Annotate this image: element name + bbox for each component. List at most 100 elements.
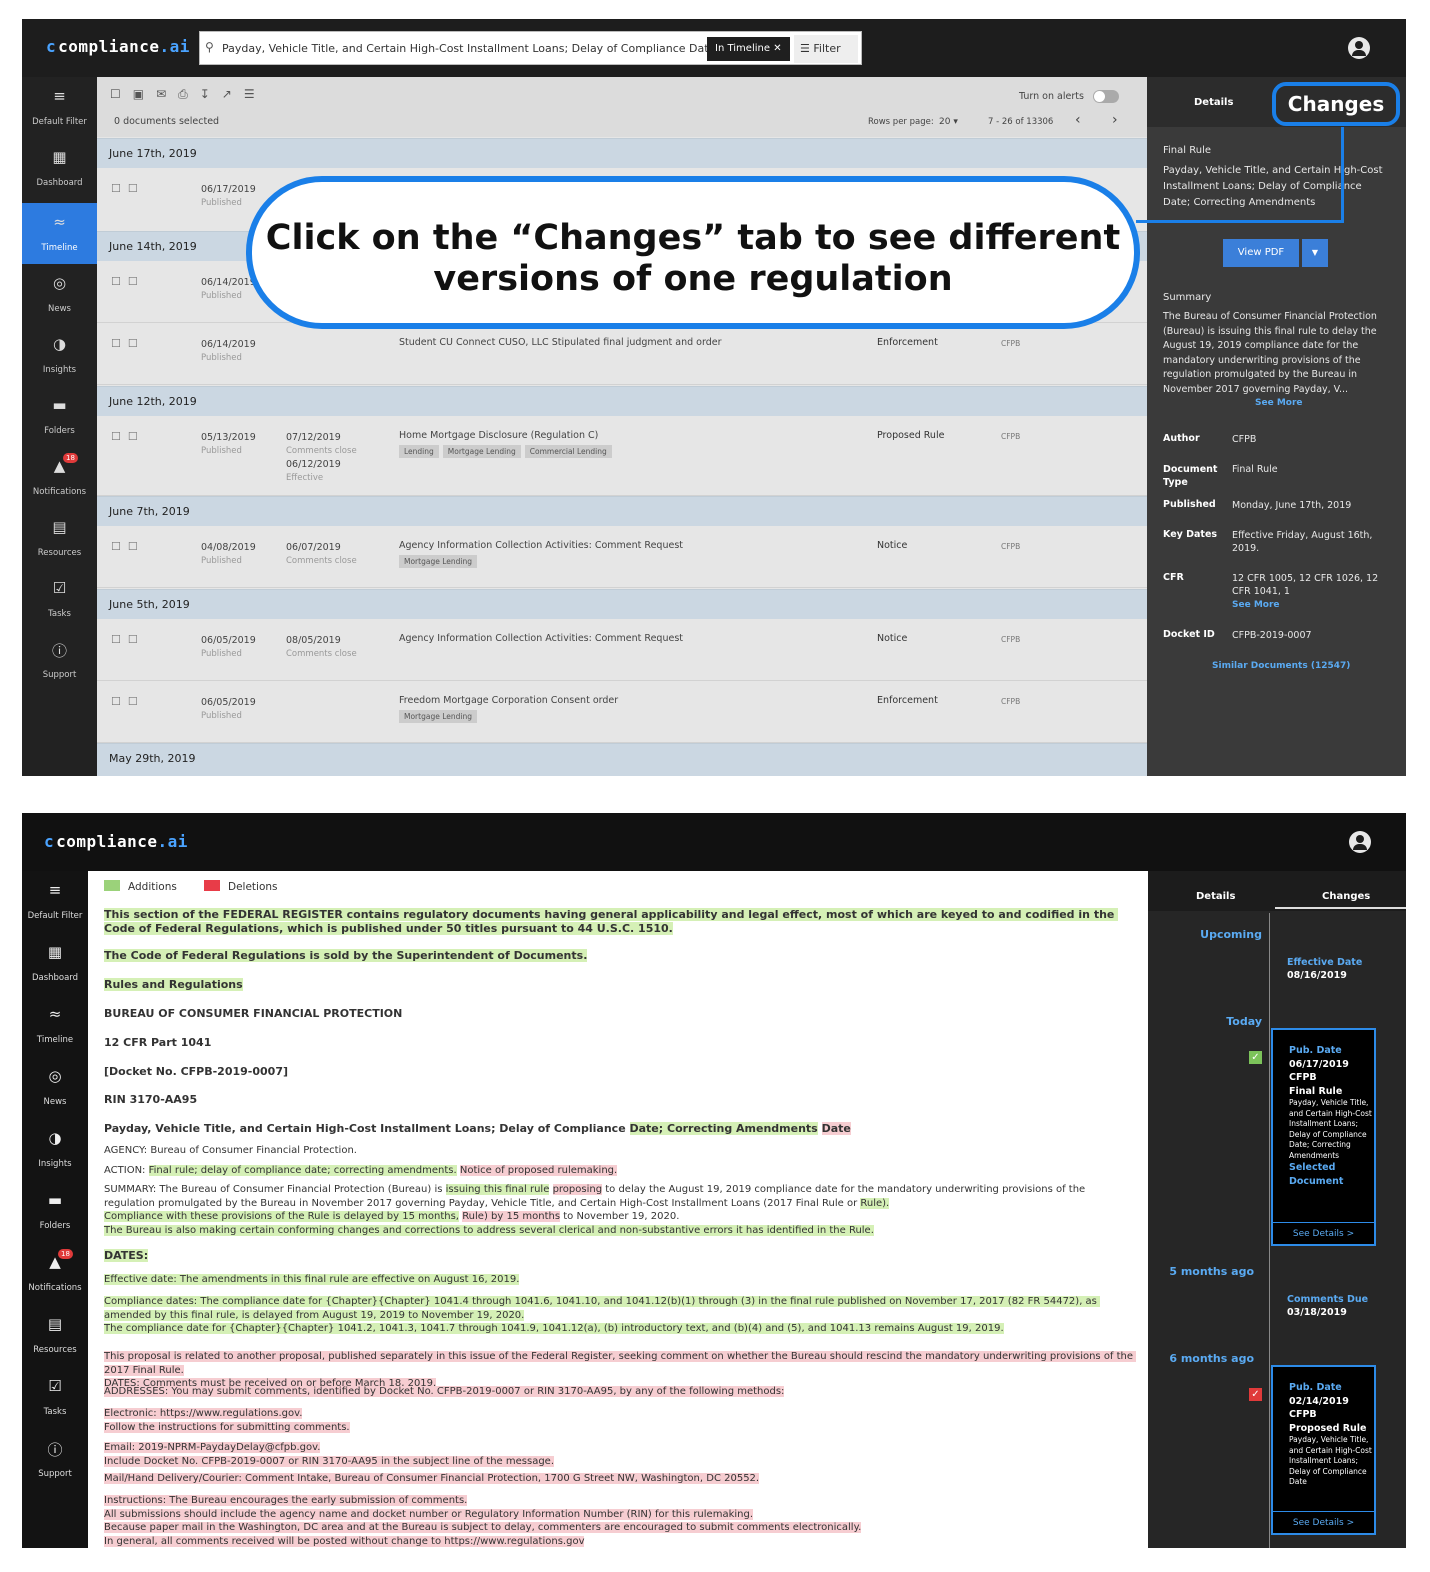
published-label: Published: [201, 649, 242, 659]
field-value: Monday, June 17th, 2019: [1232, 500, 1352, 511]
checkbox-icon[interactable]: ✓: [1249, 1388, 1262, 1401]
sidebar-item-folders[interactable]: ▬ Folders: [22, 386, 97, 447]
sidebar-item-support[interactable]: ⓘ Support: [22, 1429, 88, 1490]
alerts-toggle[interactable]: [1093, 90, 1119, 103]
sidebar-item-notifications[interactable]: ▲ 18 Notifications: [22, 1243, 88, 1304]
see-details-link[interactable]: See Details >: [1273, 1511, 1374, 1533]
tab-details[interactable]: Details: [1196, 891, 1235, 902]
sidebar-item-resources[interactable]: ▤ Resources: [22, 1305, 88, 1366]
in-timeline-chip[interactable]: In Timeline ✕: [707, 37, 790, 61]
sidebar-item-notifications[interactable]: ▲ 18 Notifications: [22, 447, 97, 508]
row-actions[interactable]: ☐☐: [111, 540, 145, 553]
filter-button[interactable]: ☰ Filter: [794, 35, 858, 63]
topic-tag[interactable]: Mortgage Lending: [399, 555, 477, 568]
cfr-see-more-link[interactable]: See More: [1232, 599, 1382, 612]
sidebar-label: Insights: [38, 1159, 72, 1169]
sidebar-item-tasks[interactable]: ☑ Tasks: [22, 1367, 88, 1428]
search-icon: ⚲: [205, 40, 214, 54]
toolbar-icons[interactable]: ☐▣✉⎙↧↗☰: [110, 87, 267, 102]
row-actions[interactable]: ☐☐: [111, 695, 145, 708]
close-icon[interactable]: ✕: [773, 43, 781, 54]
sidebar-item-tasks[interactable]: ☑ Tasks: [22, 569, 97, 630]
see-more-link[interactable]: See More: [1255, 395, 1406, 411]
row-actions[interactable]: ☐☐: [111, 337, 145, 350]
user-avatar-icon[interactable]: [1348, 37, 1370, 59]
sidebar-item-timeline[interactable]: ≈ Timeline: [22, 995, 88, 1056]
prev-page-icon[interactable]: ‹: [1075, 112, 1081, 128]
document-title[interactable]: Student CU Connect CUSO, LLC Stipulated …: [399, 337, 722, 348]
document-title[interactable]: Agency Information Collection Activities…: [399, 540, 683, 551]
sidebar-item-support[interactable]: ⓘ Support: [22, 630, 97, 691]
row-actions[interactable]: ☐☐: [111, 275, 145, 288]
sidebar-label: Default Filter: [27, 911, 83, 921]
sidebar-item-default-filter[interactable]: ≡ Default Filter: [22, 871, 88, 932]
document-title[interactable]: Agency Information Collection Activities…: [399, 633, 683, 644]
sidebar-item-folders[interactable]: ▬ Folders: [22, 1181, 88, 1242]
row-actions[interactable]: ☐☐: [111, 430, 145, 443]
topic-tag[interactable]: Commercial Lending: [524, 445, 612, 458]
table-row[interactable]: ☐☐ 04/08/2019 Published 06/07/2019 Comments …: [97, 526, 1147, 588]
timeline-screenshot: c compliance.ai ⚲ Payday, Vehicle Title, …: [22, 19, 1406, 776]
pie-chart-icon: ◑: [48, 1129, 62, 1147]
field-label: Published: [1163, 499, 1216, 510]
sidebar-item-insights[interactable]: ◑ Insights: [22, 1119, 88, 1180]
diff-paragraph: Mail/Hand Delivery/Courier: Comment Inta…: [104, 1472, 1139, 1486]
topic-tag[interactable]: Mortgage Lending: [442, 445, 521, 458]
sidebar-item-dashboard[interactable]: ▦ Dashboard: [22, 138, 97, 199]
table-row[interactable]: ☐☐ 06/14/2019 Published Student CU Connect …: [97, 323, 1147, 385]
document-details-panel: Details Changes Final Rule Payday, Vehic…: [1147, 77, 1406, 776]
table-row[interactable]: ☐☐ 06/05/2019 Published 08/05/2019 Comments …: [97, 619, 1147, 681]
version-card[interactable]: Pub. Date 02/14/2019 CFPB Proposed Rule …: [1271, 1365, 1376, 1535]
user-avatar-icon[interactable]: [1349, 831, 1371, 853]
sidebar-item-news[interactable]: ◎ News: [22, 1057, 88, 1118]
row-actions[interactable]: ☐☐: [111, 633, 145, 646]
field-label: Author: [1163, 433, 1200, 444]
table-row[interactable]: ☐☐ 06/05/2019 Published Freedom Mortgage Co…: [97, 681, 1147, 743]
sidebar-label: Support: [42, 670, 77, 680]
version-card-selected[interactable]: Pub. Date 06/17/2019 CFPB Final Rule Pay…: [1271, 1028, 1376, 1246]
tab-details[interactable]: Details: [1194, 97, 1233, 108]
sidebar-item-default-filter[interactable]: ≡ Default Filter: [22, 77, 97, 138]
next-page-icon[interactable]: ›: [1112, 112, 1118, 128]
similar-documents-link[interactable]: Similar Documents (12547): [1212, 658, 1406, 674]
logo-text: compliance: [58, 37, 160, 56]
sidebar-label: Resources: [37, 548, 82, 558]
see-details-link[interactable]: See Details >: [1273, 1222, 1374, 1244]
document-title[interactable]: Home Mortgage Disclosure (Regulation C): [399, 430, 598, 441]
timeline-icon: ≈: [53, 213, 66, 231]
sidebar-item-news[interactable]: ◎ News: [22, 264, 97, 325]
sidebar-item-dashboard[interactable]: ▦ Dashboard: [22, 933, 88, 994]
topic-tag[interactable]: Lending: [399, 445, 439, 458]
summary-text: The Bureau of Consumer Financial Protect…: [1163, 311, 1377, 395]
row-actions[interactable]: ☐☐: [111, 182, 145, 195]
event-value: 08/16/2019: [1287, 970, 1347, 981]
published-date: 06/17/2019: [201, 184, 256, 195]
secondary-date: 08/05/2019: [286, 635, 341, 646]
sidebar-label: Resources: [33, 1345, 77, 1355]
sidebar-item-resources[interactable]: ▤ Resources: [22, 508, 97, 569]
table-row[interactable]: ☐☐ 05/13/2019 Published 07/12/2019 Comments …: [97, 416, 1147, 496]
checkbox-icon[interactable]: ✓: [1249, 1051, 1262, 1064]
page-range: 7 - 26 of 13306: [988, 117, 1054, 127]
timeline-axis: [1269, 913, 1270, 1548]
pdf-options-caret-icon[interactable]: ▼: [1302, 239, 1328, 267]
tab-changes[interactable]: Changes: [1322, 891, 1370, 902]
timeline-upcoming: Upcoming: [1200, 928, 1262, 941]
card-agency: CFPB: [1289, 1072, 1317, 1083]
agency: CFPB: [1001, 697, 1021, 706]
rows-per-page-select[interactable]: 20 ▾: [939, 117, 958, 127]
document-title: Payday, Vehicle Title, and Certain High-…: [1163, 165, 1383, 208]
sidebar-item-timeline[interactable]: ≈ Timeline: [22, 203, 97, 264]
logo[interactable]: c compliance.ai: [44, 832, 188, 851]
field-value: CFPB-2019-0007: [1232, 630, 1312, 641]
view-pdf-button[interactable]: View PDF: [1223, 239, 1299, 267]
search-query[interactable]: Payday, Vehicle Title, and Certain High-…: [222, 42, 741, 55]
secondary-date-label: Comments close: [286, 446, 357, 456]
card-title: Payday, Vehicle Title, and Certain High-…: [1289, 1435, 1372, 1486]
logo[interactable]: c compliance.ai: [46, 37, 190, 56]
tab-changes[interactable]: Changes: [1272, 82, 1400, 126]
document-title[interactable]: Freedom Mortgage Corporation Consent ord…: [399, 695, 618, 706]
sidebar-item-insights[interactable]: ◑ Insights: [22, 325, 97, 386]
topic-tag[interactable]: Mortgage Lending: [399, 710, 477, 723]
search-bar[interactable]: ⚲ Payday, Vehicle Title, and Certain Hig…: [199, 31, 862, 65]
